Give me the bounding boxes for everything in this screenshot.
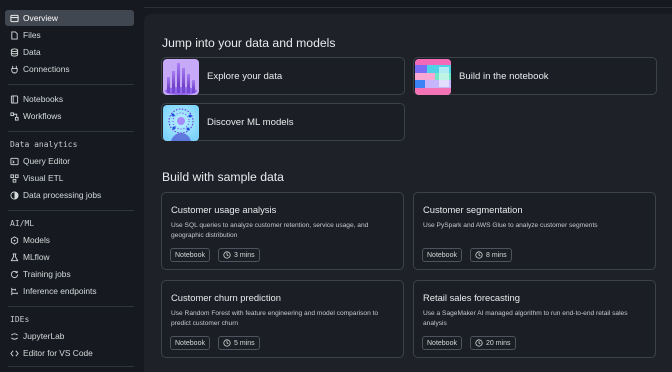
sidebar-item-label: Inference endpoints xyxy=(23,286,97,296)
sidebar-item-label: Workflows xyxy=(23,111,62,121)
notebook-tag: Notebook xyxy=(422,248,462,262)
overview-icon xyxy=(10,14,19,23)
connections-icon xyxy=(10,65,19,74)
sidebar-item-jupyterlab[interactable]: JupyterLab xyxy=(5,328,134,344)
jobs-icon xyxy=(10,190,19,200)
sidebar-item-label: Data processing jobs xyxy=(23,190,102,200)
sidebar-item-workflows[interactable]: Workflows xyxy=(5,108,134,124)
sidebar-item-label: Models xyxy=(23,235,50,245)
database-icon xyxy=(10,47,19,57)
sidebar-item-mlflow[interactable]: MLflow xyxy=(5,249,134,265)
sidebar-divider xyxy=(8,210,134,211)
quick-link-explore-data[interactable]: Explore your data xyxy=(161,57,405,95)
sidebar-item-label: Notebooks xyxy=(23,94,64,104)
sidebar-item-notebooks[interactable]: Notebooks xyxy=(5,91,134,107)
sample-card-customer-churn[interactable]: Customer churn prediction Use Random For… xyxy=(161,280,404,358)
quick-link-label: Explore your data xyxy=(207,70,283,82)
sidebar-item-files[interactable]: Files xyxy=(5,27,134,43)
sidebar-item-data[interactable]: Data xyxy=(5,44,134,60)
notebook-tag: Notebook xyxy=(422,336,462,350)
ml-models-thumbnail xyxy=(163,105,199,141)
quick-link-label: Build in the notebook xyxy=(459,70,549,82)
sidebar-item-label: Data xyxy=(23,47,41,57)
duration-badge: 5 mins xyxy=(218,336,260,350)
sidebar-item-models[interactable]: Models xyxy=(5,232,134,248)
duration-label: 8 mins xyxy=(486,251,507,259)
tag-label: Notebook xyxy=(427,251,457,259)
sidebar-item-label: Editor for VS Code xyxy=(23,348,93,358)
sample-description: Use a SageMaker AI managed algorithm to … xyxy=(423,310,628,327)
clock-icon xyxy=(475,251,483,259)
sidebar-item-label: Files xyxy=(23,30,41,40)
sidebar-item-label: Connections xyxy=(23,64,70,74)
quick-link-discover-models[interactable]: Discover ML models xyxy=(161,103,405,141)
sidebar-item-label: MLflow xyxy=(23,252,50,262)
code-icon xyxy=(10,349,19,358)
workflow-icon xyxy=(10,111,19,121)
sidebar-divider xyxy=(8,366,134,367)
duration-badge: 20 mins xyxy=(470,336,516,350)
sidebar-item-overview[interactable]: Overview xyxy=(5,10,134,26)
quick-link-label: Discover ML models xyxy=(207,116,294,128)
sample-description: Use Random Forest with feature engineeri… xyxy=(171,310,379,327)
tag-label: Notebook xyxy=(427,339,457,347)
sidebar-item-data-processing-jobs[interactable]: Data processing jobs xyxy=(5,187,134,203)
sidebar-item-label: Visual ETL xyxy=(23,173,64,183)
file-icon xyxy=(10,30,19,40)
mlflow-icon xyxy=(10,252,19,262)
sidebar: Overview Files Data Connections Notebook… xyxy=(0,0,138,372)
duration-label: 20 mins xyxy=(486,339,511,347)
query-editor-icon xyxy=(10,157,19,166)
tag-label: Notebook xyxy=(175,251,205,259)
sample-card-retail-forecasting[interactable]: Retail sales forecasting Use a SageMaker… xyxy=(413,280,656,358)
sample-description: Use SQL queries to analyze customer rete… xyxy=(171,222,369,239)
sample-description: Use PySpark and AWS Glue to analyze cust… xyxy=(423,222,598,229)
sidebar-divider xyxy=(8,131,134,132)
notebook-tag: Notebook xyxy=(170,336,210,350)
clock-icon xyxy=(223,339,231,347)
section-heading-data-analytics: Data analytics xyxy=(10,140,78,149)
top-bar xyxy=(144,0,672,8)
sidebar-item-vscode[interactable]: Editor for VS Code xyxy=(5,345,134,361)
sample-heading: Build with sample data xyxy=(162,170,284,184)
notebook-thumbnail xyxy=(415,59,451,95)
sidebar-item-training-jobs[interactable]: Training jobs xyxy=(5,266,134,282)
duration-label: 5 mins xyxy=(234,339,255,347)
visual-etl-icon xyxy=(10,173,19,183)
sidebar-divider xyxy=(8,306,134,307)
quick-link-build-notebook[interactable]: Build in the notebook xyxy=(413,57,657,95)
sidebar-item-inference-endpoints[interactable]: Inference endpoints xyxy=(5,283,134,299)
sidebar-item-label: Query Editor xyxy=(23,156,71,166)
notebook-tag: Notebook xyxy=(170,248,210,262)
sidebar-item-label: Overview xyxy=(23,13,58,23)
inference-icon xyxy=(10,287,19,296)
clock-icon xyxy=(475,339,483,347)
explore-data-thumbnail xyxy=(163,59,199,95)
sample-title: Customer churn prediction xyxy=(171,292,281,303)
tag-label: Notebook xyxy=(175,339,205,347)
sidebar-item-connections[interactable]: Connections xyxy=(5,61,134,77)
sidebar-item-label: JupyterLab xyxy=(23,331,65,341)
jump-heading: Jump into your data and models xyxy=(162,36,336,50)
notebook-icon xyxy=(10,94,19,104)
sidebar-divider xyxy=(8,84,134,85)
sample-title: Retail sales forecasting xyxy=(423,292,520,303)
training-icon xyxy=(10,270,19,279)
sample-card-customer-segmentation[interactable]: Customer segmentation Use PySpark and AW… xyxy=(413,192,656,270)
sample-card-customer-usage[interactable]: Customer usage analysis Use SQL queries … xyxy=(161,192,404,270)
sidebar-item-query-editor[interactable]: Query Editor xyxy=(5,153,134,169)
models-icon xyxy=(10,235,19,245)
sidebar-item-visual-etl[interactable]: Visual ETL xyxy=(5,170,134,186)
sample-title: Customer usage analysis xyxy=(171,204,277,215)
clock-icon xyxy=(223,251,231,259)
duration-label: 3 mins xyxy=(234,251,255,259)
main-panel: Jump into your data and models Explore y xyxy=(144,14,672,372)
sidebar-item-label: Training jobs xyxy=(23,269,71,279)
duration-badge: 8 mins xyxy=(470,248,512,262)
duration-badge: 3 mins xyxy=(218,248,260,262)
sample-title: Customer segmentation xyxy=(423,204,523,215)
jupyter-icon xyxy=(10,332,19,341)
section-heading-ides: IDEs xyxy=(10,315,30,324)
section-heading-ai-ml: AI/ML xyxy=(10,219,35,228)
